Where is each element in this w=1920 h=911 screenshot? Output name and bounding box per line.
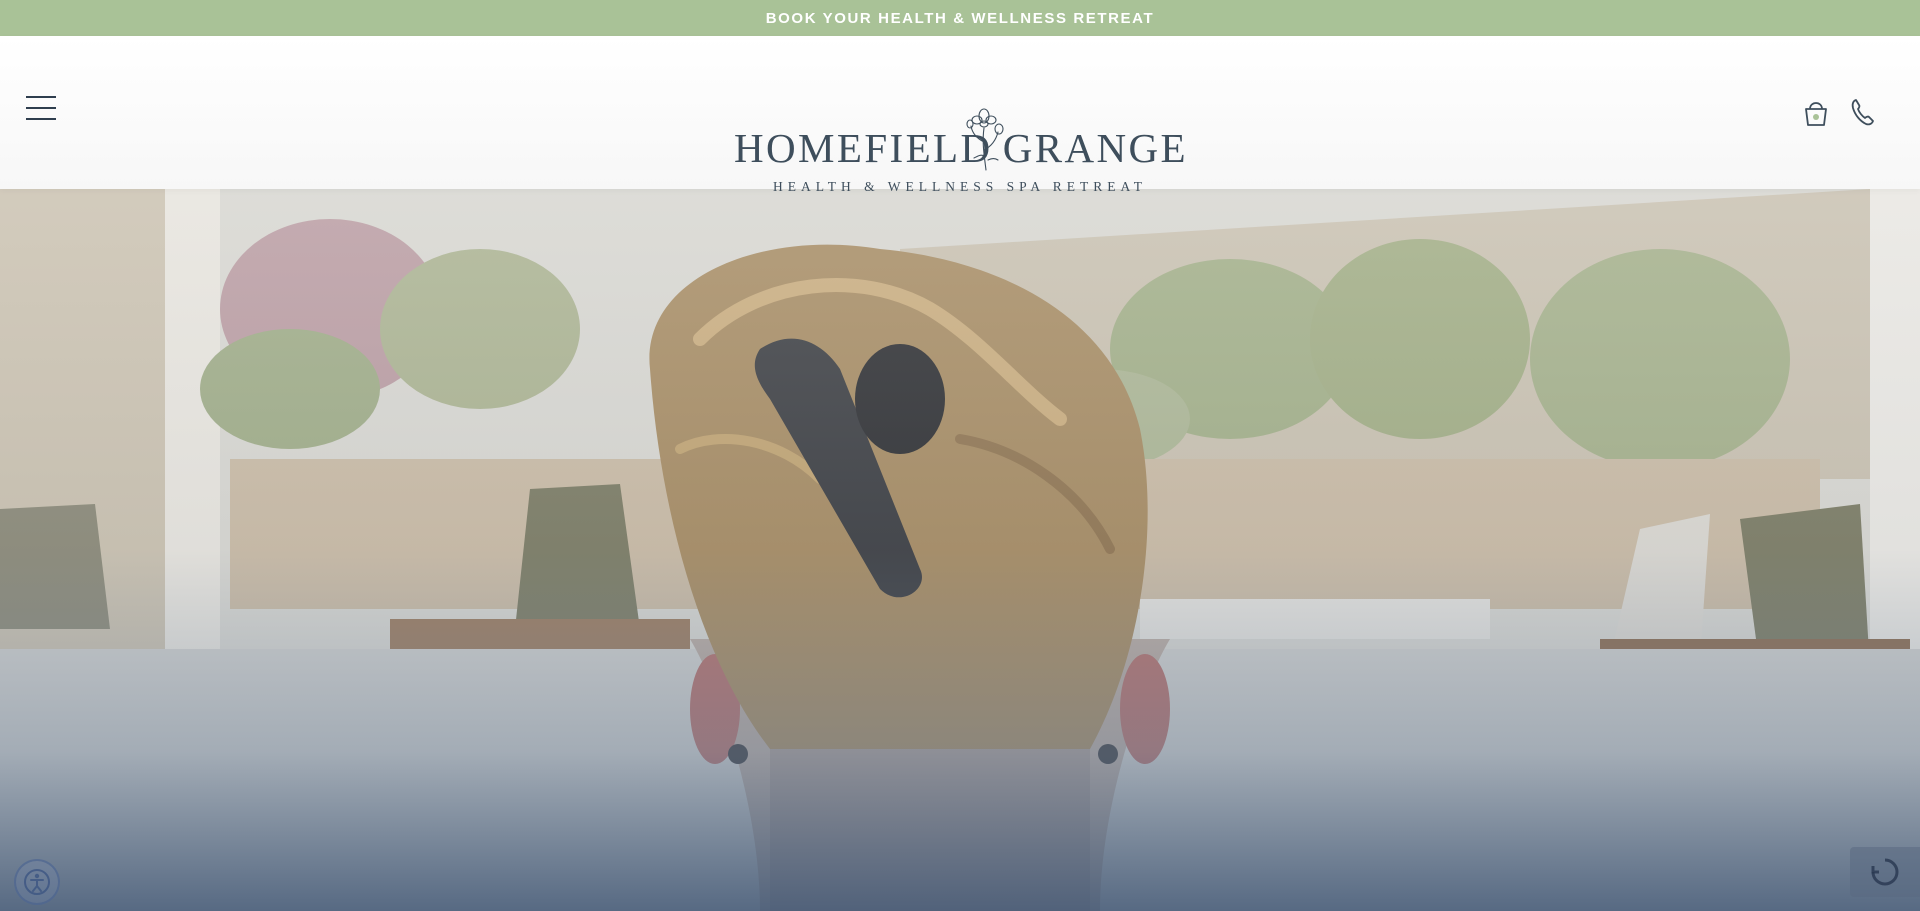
basket-icon[interactable] [1802, 96, 1830, 128]
site-logo[interactable]: HOMEFIELD GRANGE HEALTH & WELLNESS SPA R… [730, 64, 1190, 194]
site-header: HOMEFIELD GRANGE HEALTH & WELLNESS SPA R… [0, 36, 1920, 194]
logo-tagline: HEALTH & WELLNESS SPA RETREAT [772, 179, 1148, 194]
accessibility-icon[interactable] [14, 859, 60, 905]
logo-word-right: GRANGE [1002, 125, 1188, 171]
top-banner: BOOK YOUR HEALTH & WELLNESS RETREAT [0, 0, 1920, 36]
hero-gradient-overlay [0, 189, 1920, 911]
hamburger-menu-icon[interactable] [26, 96, 60, 120]
header-actions [1802, 96, 1876, 128]
phone-icon[interactable] [1848, 96, 1876, 128]
recaptcha-icon[interactable] [1850, 847, 1920, 897]
logo-word-left: HOMEFIELD [734, 125, 993, 171]
hero-section [0, 189, 1920, 911]
book-retreat-link[interactable]: BOOK YOUR HEALTH & WELLNESS RETREAT [766, 10, 1155, 27]
